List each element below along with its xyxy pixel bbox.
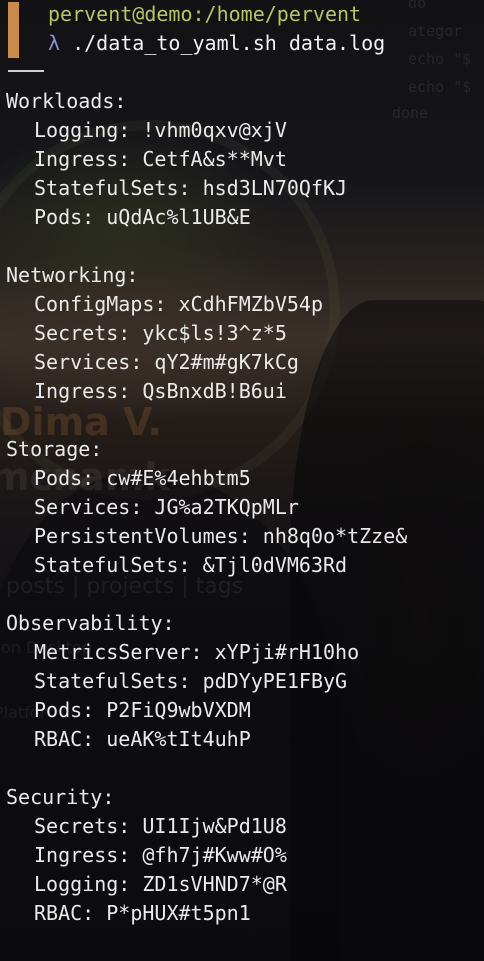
section-item: Ingress: QsBnxdB!B6ui	[34, 379, 287, 403]
section-item: StatefulSets: pdDYyPE1FByG	[34, 669, 348, 693]
section-item: RBAC: ueAK%tIt4uhP	[34, 727, 251, 751]
section-item: RBAC: P*pHUX#t5pn1	[34, 901, 251, 925]
section-item: PersistentVolumes: nh8q0o*tZze&	[34, 524, 408, 548]
section-item: Services: JG%a2TKQpMLr	[34, 495, 299, 519]
section-item: Logging: ZD1sVHND7*@R	[34, 872, 287, 896]
prompt-indicator-bar	[8, 2, 19, 58]
prompt-separator: :	[192, 2, 205, 26]
command-text: ./data_to_yaml.sh data.log	[72, 31, 386, 55]
prompt-header: pervent@demo:/home/pervent	[48, 0, 361, 29]
wallpaper-code-line: echo "$	[408, 50, 472, 68]
prompt-path: /home/pervent	[204, 2, 362, 26]
wallpaper-rock	[290, 300, 484, 961]
section-item: Ingress: CetfA&s**Mvt	[34, 147, 287, 171]
cursor-underline	[8, 70, 44, 72]
section-item: ConfigMaps: xCdhFMZbV54p	[34, 292, 323, 316]
terminal-window[interactable]: Dima V. mcnamk posts | projects | tags r…	[0, 0, 484, 961]
section-title: Security:	[6, 785, 115, 809]
section-item: Services: qY2#m#gK7kCg	[34, 350, 299, 374]
section-item: MetricsServer: xYPji#rH10ho	[34, 640, 360, 664]
command-line[interactable]: λ ./data_to_yaml.sh data.log	[48, 29, 385, 58]
section-item: Secrets: ykc$ls!3^z*5	[34, 321, 287, 345]
wallpaper-code-line: echo "$	[408, 78, 472, 96]
section-item: Pods: uQdAc%l1UB&E	[34, 205, 251, 229]
section-title: Workloads:	[6, 89, 127, 113]
lambda-icon: λ	[48, 31, 61, 55]
section-item: StatefulSets: hsd3LN70QfKJ	[34, 176, 348, 200]
section-item: Secrets: UI1Ijw&Pd1U8	[34, 814, 287, 838]
section-title: Storage:	[6, 437, 103, 461]
wallpaper-code-line: do	[408, 0, 427, 12]
section-item: StatefulSets: &Tjl0dVM63Rd	[34, 553, 348, 577]
section-title: Networking:	[6, 263, 139, 287]
section-item: Pods: cw#E%4ehbtm5	[34, 466, 251, 490]
section-item: Pods: P2FiQ9wbVXDM	[34, 698, 251, 722]
prompt-user-host: pervent@demo	[48, 2, 193, 26]
wallpaper-code-line: done	[392, 104, 429, 122]
section-item: Logging: !vhm0qxv@xjV	[34, 118, 287, 142]
section-title: Observability:	[6, 611, 175, 635]
wallpaper-code-line: ategor	[408, 22, 463, 40]
section-item: Ingress: @fh7j#Kww#O%	[34, 843, 287, 867]
